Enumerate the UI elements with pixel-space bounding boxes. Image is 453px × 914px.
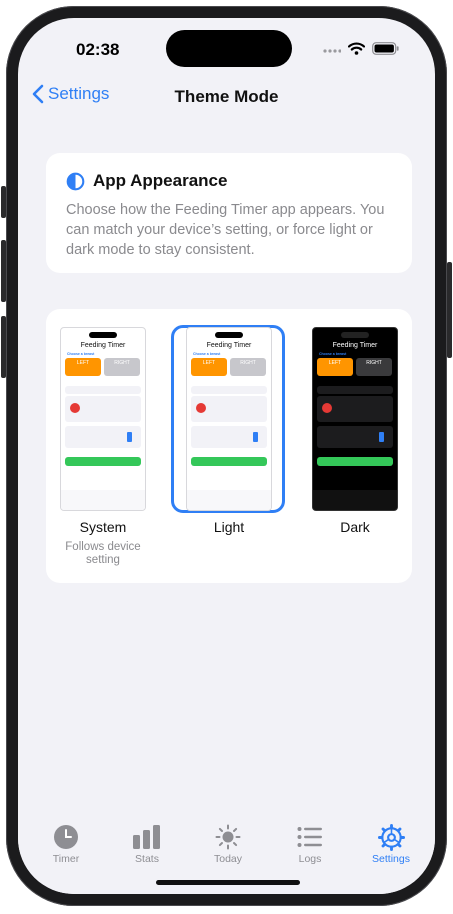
bar-chart-icon — [133, 825, 160, 849]
sun-icon — [215, 824, 241, 850]
light-preview: Feeding Timer Choose a breast LEFT RIGHT — [186, 327, 272, 511]
light-label: Light — [213, 519, 245, 535]
system-sublabel: Follows device setting — [65, 541, 141, 566]
mute-switch — [1, 186, 6, 218]
appearance-heading: App Appearance — [93, 171, 228, 190]
screen: 02:38 Settings Theme Mode App Appearance… — [18, 18, 435, 894]
clock-icon — [54, 825, 78, 849]
volume-down-button — [1, 316, 6, 378]
theme-option-light[interactable]: Feeding Timer Choose a breast LEFT RIGHT… — [184, 327, 274, 535]
list-icon — [297, 827, 322, 847]
tab-timer-label: Timer — [52, 853, 80, 865]
theme-options-card: Feeding Timer Choose a breast LEFT RIGHT… — [46, 309, 412, 583]
dynamic-island — [166, 30, 292, 67]
tab-today[interactable]: Today — [198, 824, 258, 865]
dark-label: Dark — [340, 519, 370, 535]
gear-icon — [377, 823, 405, 851]
tab-settings-label: Settings — [372, 853, 410, 865]
volume-up-button — [1, 240, 6, 302]
system-label: System — [79, 519, 127, 535]
tab-logs-label: Logs — [298, 853, 322, 865]
battery-icon — [372, 42, 399, 55]
status-time: 02:38 — [76, 40, 120, 59]
page-title: Theme Mode — [174, 87, 279, 106]
system-preview: Feeding Timer Choose a breast LEFT RIGHT — [60, 327, 146, 511]
tab-today-label: Today — [213, 853, 243, 865]
power-button — [447, 262, 452, 358]
status-icons — [323, 42, 399, 55]
wifi-icon — [348, 42, 365, 55]
signal-icon — [323, 48, 341, 53]
tab-timer[interactable]: Timer — [36, 824, 96, 865]
tab-settings[interactable]: Settings — [361, 823, 421, 865]
appearance-description: Choose how the Feeding Timer app appears… — [66, 202, 385, 258]
half-circle-icon — [66, 172, 85, 190]
appearance-header: App Appearance — [66, 171, 227, 191]
tab-stats[interactable]: Stats — [117, 824, 177, 865]
dark-preview: Feeding Timer Choose a breast LEFT RIGHT — [312, 327, 398, 511]
tab-logs[interactable]: Logs — [280, 824, 340, 865]
home-indicator — [156, 880, 300, 885]
theme-option-dark[interactable]: Feeding Timer Choose a breast LEFT RIGHT… — [310, 327, 400, 535]
tab-stats-label: Stats — [135, 853, 159, 865]
theme-option-system[interactable]: Feeding Timer Choose a breast LEFT RIGHT… — [58, 327, 148, 567]
appearance-card: App Appearance Choose how the Feeding Ti… — [46, 153, 412, 273]
